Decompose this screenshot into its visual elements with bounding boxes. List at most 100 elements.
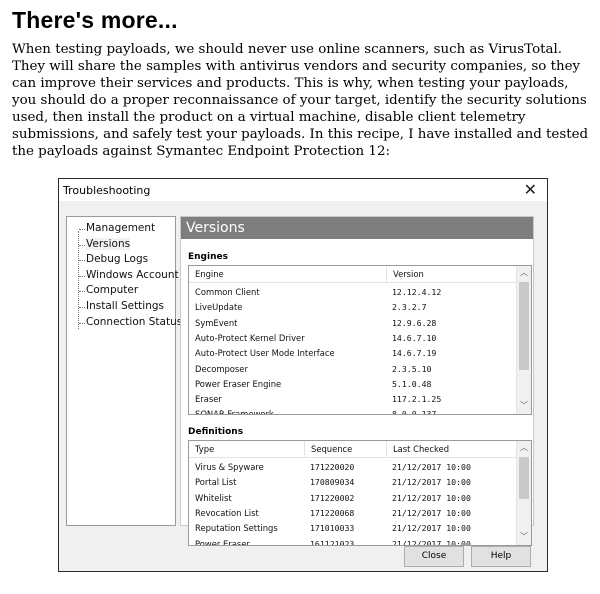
engines-list[interactable]: Engine Version Common Client 12.12.4.12 Li… bbox=[188, 265, 532, 415]
engines-scrollbar[interactable]: ︿ ﹀ bbox=[516, 266, 531, 414]
definitions-cell: 21/12/2017 10:00 bbox=[392, 492, 471, 503]
engines-row[interactable]: Power Eraser Engine 5.1.0.48 bbox=[189, 377, 516, 392]
chevron-down-icon[interactable]: ﹀ bbox=[517, 530, 531, 544]
definitions-row[interactable]: Portal List 170809034 21/12/2017 10:00 bbox=[189, 475, 516, 490]
versions-panel: Versions Engines Engine Version Common C… bbox=[180, 216, 534, 546]
definitions-row[interactable]: Power Eraser 161121023 21/12/2017 10:00 bbox=[189, 537, 516, 546]
definitions-col-sequence-label: Sequence bbox=[311, 444, 353, 454]
navigation-tree: Management Versions Debug Logs Windows Acco… bbox=[66, 216, 182, 526]
chevron-up-icon[interactable]: ︿ bbox=[517, 441, 531, 455]
chevron-up-icon[interactable]: ︿ bbox=[517, 266, 531, 280]
tree-connector bbox=[79, 260, 85, 262]
engines-row[interactable]: Auto-Protect User Mode Interface 14.6.7.1… bbox=[189, 346, 516, 361]
definitions-cell: 170809034 bbox=[310, 477, 355, 488]
definitions-header: Type Sequence Last Checked bbox=[189, 441, 516, 458]
tree-item-label: Install Settings bbox=[86, 300, 165, 312]
engines-cell: 2.3.5.10 bbox=[392, 363, 432, 374]
tree-item-label: Windows Account bbox=[86, 268, 179, 281]
definitions-row[interactable]: Whitelist 171220002 21/12/2017 10:00 bbox=[189, 491, 516, 506]
definitions-cell: Whitelist bbox=[195, 492, 232, 503]
engines-cell: Eraser bbox=[195, 394, 222, 405]
definitions-row[interactable]: Revocation List 171220068 21/12/2017 10:00 bbox=[189, 506, 516, 521]
engines-cell: Auto-Protect User Mode Interface bbox=[195, 348, 335, 359]
engines-header: Engine Version bbox=[189, 266, 516, 283]
tree-item-label: Versions bbox=[86, 237, 131, 250]
definitions-cell: 171220002 bbox=[310, 492, 355, 503]
engines-cell: 2.3.2.7 bbox=[392, 302, 427, 313]
engines-cell: 14.6.7.19 bbox=[392, 348, 437, 359]
tree-connector bbox=[78, 231, 79, 329]
engines-row[interactable]: SONAR Framework 8.0.0.137 bbox=[189, 407, 516, 415]
definitions-cell: 21/12/2017 10:00 bbox=[392, 462, 471, 472]
engines-cell: Decomposer bbox=[195, 363, 248, 374]
definitions-col-last-checked[interactable]: Last Checked bbox=[386, 441, 517, 457]
definitions-cell: Reputation Settings bbox=[195, 523, 278, 534]
definitions-cell: Virus & Spyware bbox=[195, 462, 264, 472]
tree-item-label: Management bbox=[86, 222, 156, 234]
engines-cell: SONAR Framework bbox=[195, 409, 274, 415]
definitions-col-type[interactable]: Type bbox=[189, 441, 304, 457]
engines-cell: 14.6.7.10 bbox=[392, 332, 437, 343]
engines-col-engine[interactable]: Engine bbox=[189, 266, 386, 282]
help-button[interactable]: Help bbox=[471, 546, 531, 567]
tree-connector bbox=[79, 244, 85, 246]
definitions-cell: 171010033 bbox=[310, 523, 355, 534]
close-button[interactable]: Close bbox=[404, 546, 464, 567]
troubleshooting-dialog: Troubleshooting ✕ Management Versions Debu… bbox=[58, 178, 548, 572]
page-paragraph: When testing payloads, we should never u… bbox=[12, 42, 589, 159]
engines-row[interactable]: Decomposer 2.3.5.10 bbox=[189, 362, 516, 377]
definitions-scrollbar[interactable]: ︿ ﹀ bbox=[516, 441, 531, 545]
definitions-cell: Revocation List bbox=[195, 507, 259, 518]
versions-banner: Versions bbox=[181, 217, 533, 239]
engines-cell: Common Client bbox=[195, 287, 260, 297]
engines-cell: Auto-Protect Kernel Driver bbox=[195, 332, 305, 343]
engines-cell: 12.9.6.28 bbox=[392, 317, 437, 328]
tree-connector bbox=[79, 275, 85, 277]
tree-item-label: Computer bbox=[86, 284, 139, 297]
definitions-cell: 171220020 bbox=[310, 462, 355, 472]
engines-scroll-thumb[interactable] bbox=[519, 282, 529, 370]
chevron-down-icon[interactable]: ﹀ bbox=[517, 399, 531, 413]
engines-row[interactable]: Auto-Protect Kernel Driver 14.6.7.10 bbox=[189, 331, 516, 346]
engines-cell: Power Eraser Engine bbox=[195, 378, 282, 389]
definitions-list[interactable]: Type Sequence Last Checked Virus & Spywa… bbox=[188, 440, 532, 546]
engines-cell: 5.1.0.48 bbox=[392, 378, 432, 389]
definitions-cell: 21/12/2017 10:00 bbox=[392, 523, 471, 534]
definitions-cell: 171220068 bbox=[310, 507, 355, 518]
definitions-col-type-label: Type bbox=[195, 444, 215, 454]
tree-connector bbox=[79, 229, 85, 230]
engines-col-engine-label: Engine bbox=[195, 269, 224, 279]
definitions-row[interactable]: Virus & Spyware 171220020 21/12/2017 10:00 bbox=[189, 460, 516, 475]
engines-cell: 117.2.1.25 bbox=[392, 394, 442, 405]
definitions-cell: 21/12/2017 10:00 bbox=[392, 477, 471, 488]
definitions-title: Definitions bbox=[188, 427, 244, 437]
dialog-title: Troubleshooting bbox=[63, 184, 151, 197]
tree-connector bbox=[79, 307, 85, 308]
definitions-cell: 21/12/2017 10:00 bbox=[392, 507, 471, 518]
engines-cell: SymEvent bbox=[195, 317, 238, 328]
definitions-cell: Power Eraser bbox=[195, 538, 250, 546]
engines-row[interactable]: Eraser 117.2.1.25 bbox=[189, 392, 516, 407]
engines-row[interactable]: Common Client 12.12.4.12 bbox=[189, 285, 516, 300]
close-icon[interactable]: ✕ bbox=[524, 181, 537, 199]
engines-cell: 8.0.0.137 bbox=[392, 409, 437, 415]
engines-cell: 12.12.4.12 bbox=[392, 287, 442, 297]
engines-col-version-label: Version bbox=[393, 269, 424, 279]
definitions-scroll-thumb[interactable] bbox=[519, 457, 529, 499]
engines-row[interactable]: LiveUpdate 2.3.2.7 bbox=[189, 300, 516, 315]
tree-connector bbox=[79, 291, 85, 293]
engines-title: Engines bbox=[188, 252, 228, 262]
engines-row[interactable]: SymEvent 12.9.6.28 bbox=[189, 316, 516, 331]
tree-connector bbox=[79, 322, 85, 324]
engines-col-version[interactable]: Version bbox=[386, 266, 517, 282]
definitions-col-sequence[interactable]: Sequence bbox=[304, 441, 387, 457]
tree-item-label: Connection Status bbox=[86, 315, 183, 328]
definitions-cell: 161121023 bbox=[310, 538, 355, 546]
panel-title: Versions bbox=[186, 220, 245, 236]
definitions-col-last-checked-label: Last Checked bbox=[393, 444, 450, 454]
dialog-titlebar: Troubleshooting ✕ bbox=[59, 179, 547, 201]
definitions-row[interactable]: Reputation Settings 171010033 21/12/2017 1… bbox=[189, 521, 516, 536]
engines-cell: LiveUpdate bbox=[195, 302, 243, 313]
tree-item-label: Debug Logs bbox=[86, 253, 149, 266]
definitions-cell: Portal List bbox=[195, 477, 237, 488]
